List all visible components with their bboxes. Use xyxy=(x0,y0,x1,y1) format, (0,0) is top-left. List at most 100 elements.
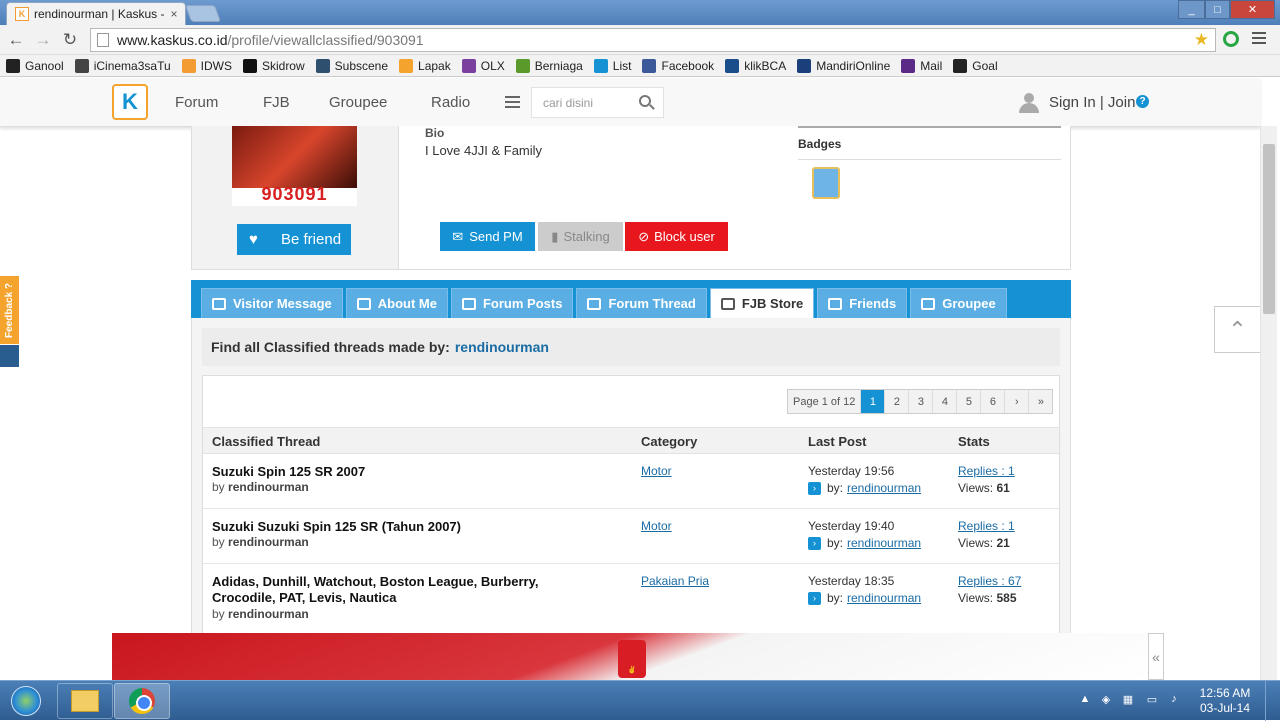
tab-about-me[interactable]: About Me xyxy=(345,288,448,318)
replies-link[interactable]: Replies : 67 xyxy=(958,574,1021,588)
stalking-button[interactable]: ▮ Stalking xyxy=(538,222,623,251)
block-user-button[interactable]: ⊘ Block user xyxy=(625,222,728,251)
category-link[interactable]: Pakaian Pria xyxy=(641,574,709,588)
last-post-user-link[interactable]: rendinourman xyxy=(847,481,921,495)
kaskus-logo[interactable]: K xyxy=(112,84,148,120)
sign-in-join-link[interactable]: Sign In | Join xyxy=(1049,94,1135,111)
bookmark-item[interactable]: Berniaga xyxy=(515,58,583,73)
send-pm-button[interactable]: ✉ Send PM xyxy=(440,222,535,251)
badge-icon[interactable] xyxy=(812,167,840,199)
tab-groupee[interactable]: Groupee xyxy=(910,288,1007,318)
find-username-link[interactable]: rendinourman xyxy=(455,339,549,355)
bookmark-item[interactable]: iCinema3saTu xyxy=(74,58,171,73)
bookmark-label: List xyxy=(612,58,632,73)
ad-collapse-button[interactable]: « xyxy=(1148,633,1164,680)
help-icon[interactable]: ? xyxy=(1136,95,1149,108)
bookmark-item[interactable]: Mail xyxy=(901,58,943,73)
thread-author: by rendinourman xyxy=(212,480,309,494)
close-tab-icon[interactable]: × xyxy=(167,7,181,21)
last-post-user-link[interactable]: rendinourman xyxy=(847,536,921,550)
tab-visitor-message[interactable]: Visitor Message xyxy=(201,288,343,318)
back-icon[interactable]: ← xyxy=(5,29,27,51)
next-page-button[interactable]: › xyxy=(1004,390,1028,413)
feedback-side-icon[interactable] xyxy=(0,345,19,367)
windows-logo-icon xyxy=(11,686,41,716)
bookmark-item[interactable]: Goal xyxy=(953,58,998,73)
bookmark-item[interactable]: MandiriOnline xyxy=(797,58,890,73)
teman-rakyat-logo[interactable]: ✌ xyxy=(618,640,646,678)
page-scrollbar[interactable] xyxy=(1260,126,1277,680)
page-5-button[interactable]: 5 xyxy=(956,390,980,413)
category-link[interactable]: Motor xyxy=(641,464,672,478)
reload-icon[interactable]: ↻ xyxy=(59,29,81,51)
extension-icon[interactable] xyxy=(1223,31,1239,47)
last-page-button[interactable]: » xyxy=(1028,390,1052,413)
bookmark-item[interactable]: Skidrow xyxy=(242,58,305,73)
minimize-button[interactable]: _ xyxy=(1178,0,1205,19)
browser-tab[interactable]: K rendinourman | Kaskus - T × xyxy=(6,2,186,25)
bookmark-label: Skidrow xyxy=(261,58,305,73)
nav-fjb[interactable]: FJB xyxy=(263,94,290,111)
bookmark-item[interactable]: Facebook xyxy=(642,58,714,73)
system-clock[interactable]: 12:56 AM 03-Jul-14 xyxy=(1195,686,1255,716)
page-1-button[interactable]: 1 xyxy=(860,390,885,413)
tray-monitor-icon[interactable]: ▭ xyxy=(1145,693,1159,707)
go-to-post-icon[interactable]: › xyxy=(808,481,821,495)
category-link[interactable]: Motor xyxy=(641,519,672,533)
scrollbar-thumb[interactable] xyxy=(1263,144,1275,314)
taskbar-explorer[interactable] xyxy=(57,683,113,719)
author-name[interactable]: rendinourman xyxy=(228,480,309,494)
show-desktop-button[interactable] xyxy=(1265,681,1280,721)
bookmark-item[interactable]: Lapak xyxy=(399,58,451,73)
col-classified-thread: Classified Thread xyxy=(212,434,321,449)
thread-title-link[interactable]: Suzuki Suzuki Spin 125 SR (Tahun 2007) xyxy=(212,519,572,535)
col-stats: Stats xyxy=(958,434,990,449)
tab-fjb-store[interactable]: FJB Store xyxy=(709,288,815,318)
last-post-user-link[interactable]: rendinourman xyxy=(847,591,921,605)
nav-radio[interactable]: Radio xyxy=(431,94,470,111)
search-icon[interactable] xyxy=(639,95,651,107)
close-window-button[interactable]: ✕ xyxy=(1230,0,1275,19)
browser-menu-icon[interactable] xyxy=(1252,32,1266,44)
forward-icon[interactable]: → xyxy=(32,29,54,51)
go-to-post-icon[interactable]: › xyxy=(808,536,821,550)
tray-expand-icon[interactable]: ▲ xyxy=(1078,693,1092,707)
bookmark-item[interactable]: Subscene xyxy=(315,58,388,73)
nav-groupee[interactable]: Groupee xyxy=(329,94,387,111)
back-to-top-button[interactable]: ⌃ xyxy=(1214,306,1261,353)
tray-volume-icon[interactable]: ♪ xyxy=(1167,693,1181,707)
maximize-button[interactable]: □ xyxy=(1205,0,1230,19)
bookmark-star-icon[interactable]: ★ xyxy=(1194,30,1209,50)
thread-title-link[interactable]: Adidas, Dunhill, Watchout, Boston League… xyxy=(212,574,572,606)
forum-posts-icon xyxy=(461,297,476,310)
page-4-button[interactable]: 4 xyxy=(932,390,956,413)
replies-link[interactable]: Replies : 1 xyxy=(958,519,1015,533)
hamburger-menu-icon[interactable] xyxy=(505,96,520,108)
tab-friends[interactable]: Friends xyxy=(817,288,908,318)
start-button[interactable] xyxy=(2,682,50,720)
tab-forum-thread[interactable]: Forum Thread xyxy=(576,288,707,318)
replies-link[interactable]: Replies : 1 xyxy=(958,464,1015,478)
taskbar-chrome[interactable] xyxy=(114,683,170,719)
page-6-button[interactable]: 6 xyxy=(980,390,1004,413)
new-tab-button[interactable] xyxy=(184,5,222,22)
page-3-button[interactable]: 3 xyxy=(908,390,932,413)
tab-forum-posts[interactable]: Forum Posts xyxy=(450,288,574,318)
bookmark-item[interactable]: Ganool xyxy=(6,58,64,73)
thread-title-link[interactable]: Suzuki Spin 125 SR 2007 xyxy=(212,464,572,480)
bookmark-item[interactable]: OLX xyxy=(461,58,505,73)
bookmark-item[interactable]: IDWS xyxy=(181,58,232,73)
nav-forum[interactable]: Forum xyxy=(175,94,218,111)
tray-signal-icon[interactable]: ▦ xyxy=(1121,693,1135,707)
author-name[interactable]: rendinourman xyxy=(228,607,309,621)
author-name[interactable]: rendinourman xyxy=(228,535,309,549)
bookmark-item[interactable]: List xyxy=(593,58,632,73)
go-to-post-icon[interactable]: › xyxy=(808,591,821,605)
bookmark-item[interactable]: klikBCA xyxy=(725,58,786,73)
page-2-button[interactable]: 2 xyxy=(884,390,908,413)
bookmark-label: Mail xyxy=(920,58,943,73)
feedback-tab[interactable]: Feedback ? xyxy=(0,276,19,344)
tray-network-icon[interactable]: ◈ xyxy=(1099,693,1113,707)
be-friend-button[interactable]: ♥ Be friend xyxy=(237,224,351,255)
address-bar[interactable]: www.kaskus.co.id/profile/viewallclassifi… xyxy=(90,28,1216,52)
